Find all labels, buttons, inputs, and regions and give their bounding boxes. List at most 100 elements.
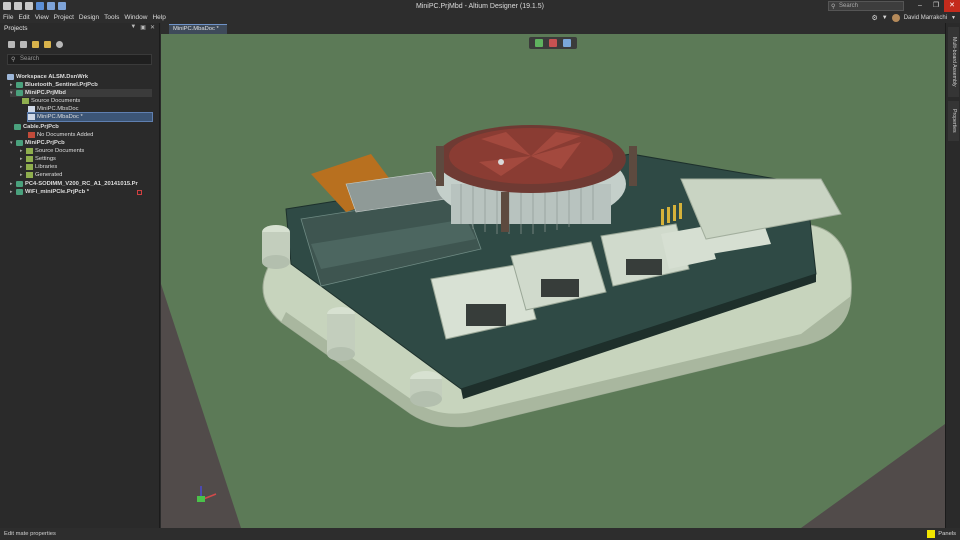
document-icon <box>28 114 35 120</box>
3d-viewport[interactable] <box>161 34 945 528</box>
gear-icon[interactable]: ⚙ <box>871 14 877 22</box>
view-toolbar <box>529 37 577 49</box>
floor-shadow-right <box>801 424 945 528</box>
avatar[interactable] <box>891 13 900 22</box>
tree-item-libraries[interactable]: ▸ Libraries <box>20 163 57 171</box>
global-search-input[interactable]: ⚲ Search <box>828 1 904 11</box>
panels-button[interactable]: Panels <box>938 531 956 537</box>
tree-item-source-documents-2[interactable]: ▸ Source Documents <box>20 147 84 155</box>
copy-icon[interactable] <box>20 41 27 48</box>
open-icon[interactable] <box>36 2 44 10</box>
pcb-project-icon <box>16 181 23 187</box>
close-button[interactable]: ✕ <box>944 0 960 12</box>
chevron-right-icon[interactable]: ▸ <box>20 147 25 155</box>
save-icon[interactable] <box>14 2 22 10</box>
document-icon <box>28 106 35 112</box>
ethernet-port-1 <box>466 304 506 326</box>
folder-icon <box>22 98 29 104</box>
notifications-icon[interactable]: ▼ <box>882 15 888 21</box>
chevron-down-icon[interactable]: ▼ <box>951 15 956 21</box>
add-folder-icon[interactable] <box>44 41 51 48</box>
search-icon: ⚲ <box>831 4 836 10</box>
red-folder-icon <box>28 132 35 138</box>
title-bar: MiniPC.PrjMbd - Altium Designer (19.1.5)… <box>0 0 960 12</box>
tree-item-pc4-sodimm[interactable]: ▸ PC4-SODIMM_V200_RC_A1_20141015.Pr <box>10 180 138 188</box>
chevron-right-icon[interactable]: ▸ <box>20 163 25 171</box>
pin-icon[interactable]: ▣ <box>140 24 146 31</box>
tree-item-cable[interactable]: Cable.PrjPcb <box>14 123 59 131</box>
align-icon[interactable] <box>549 39 557 47</box>
minimize-button[interactable]: – <box>912 0 928 12</box>
tree-item-source-documents[interactable]: Source Documents <box>22 97 80 105</box>
section-view-icon[interactable] <box>563 39 571 47</box>
folder-icon[interactable] <box>32 41 39 48</box>
standoff-3-base <box>410 391 442 407</box>
projects-panel: Projects ▼ ▣ ✕ ⚲ Search Workspace ALSM.D… <box>0 23 160 528</box>
tree-item-settings[interactable]: ▸ Settings <box>20 155 56 163</box>
menu-project[interactable]: Project <box>54 14 74 21</box>
status-bar: Edit mate properties Panels <box>0 528 960 540</box>
maximize-button[interactable]: ❐ <box>928 0 944 12</box>
search-icon: ⚲ <box>11 57 16 63</box>
menu-file[interactable]: File <box>3 14 13 21</box>
tab-multi-board-assembly[interactable]: Multi-board Assembly <box>948 27 959 97</box>
tree-item-no-documents[interactable]: No Documents Added <box>28 131 93 139</box>
tree-item-mbsdoc[interactable]: MiniPC.MbsDoc <box>28 105 79 113</box>
pcb-project-icon <box>16 140 23 146</box>
chevron-down-icon[interactable]: ▾ <box>10 89 15 97</box>
tab-minipc-mbadoc[interactable]: MiniPC.MbaDoc * <box>169 24 227 34</box>
user-name[interactable]: David Marrakchi <box>904 15 947 21</box>
tree-item-mbadoc[interactable]: MiniPC.MbaDoc * <box>27 112 153 122</box>
chevron-right-icon[interactable]: ▸ <box>20 171 25 179</box>
tree-item-workspace[interactable]: Workspace ALSM.DsnWrk <box>7 73 88 81</box>
right-panel-strip: Multi-board Assembly Properties <box>945 23 960 528</box>
window-title: MiniPC.PrjMbd - Altium Designer (19.1.5) <box>416 2 544 10</box>
pcb-project-icon <box>16 90 23 96</box>
tree-item-minipc-pcb[interactable]: ▾ MiniPC.PrjPcb <box>10 139 65 147</box>
chevron-right-icon[interactable]: ▸ <box>10 188 15 196</box>
redo-icon[interactable] <box>58 2 66 10</box>
gear-icon[interactable] <box>56 41 63 48</box>
menu-window[interactable]: Window <box>124 14 147 21</box>
panel-title: Projects <box>4 25 28 32</box>
move-icon[interactable] <box>535 39 543 47</box>
document-tab-bar: MiniPC.MbaDoc * <box>161 23 945 34</box>
status-indicator-icon <box>927 530 936 538</box>
menu-bar: File Edit View Project Design Tools Wind… <box>0 12 960 23</box>
app-menu-icon[interactable] <box>3 2 11 10</box>
tree-item-bluetooth[interactable]: ▸ Bluetooth_Sentinel.PrjPcb <box>10 81 98 89</box>
menu-help[interactable]: Help <box>152 14 165 21</box>
tree-item-minipc-mbd[interactable]: ▾ MiniPC.PrjMbd <box>10 89 152 97</box>
chevron-right-icon[interactable]: ▸ <box>10 81 15 89</box>
pcb-project-icon <box>16 82 23 88</box>
menu-design[interactable]: Design <box>79 14 99 21</box>
projects-search-input[interactable]: ⚲ Search <box>7 54 152 65</box>
fan-hub <box>498 159 504 165</box>
projects-panel-header: Projects ▼ ▣ ✕ <box>0 23 159 34</box>
projects-toolbar <box>0 38 159 51</box>
save-icon[interactable] <box>8 41 15 48</box>
standoff-2-base <box>327 347 355 361</box>
ethernet-port-3 <box>626 259 662 275</box>
chevron-right-icon[interactable]: ▸ <box>10 180 15 188</box>
folder-icon <box>26 156 33 162</box>
folder-icon <box>26 148 33 154</box>
save-all-icon[interactable] <box>25 2 33 10</box>
undo-icon[interactable] <box>47 2 55 10</box>
menu-edit[interactable]: Edit <box>18 14 29 21</box>
tree-item-generated[interactable]: ▸ Generated <box>20 171 62 179</box>
menu-view[interactable]: View <box>35 14 49 21</box>
screw-spring-1 <box>436 146 444 186</box>
panel-menu-icon[interactable]: ▼ <box>130 24 136 31</box>
menu-tools[interactable]: Tools <box>104 14 119 21</box>
chevron-down-icon[interactable]: ▾ <box>10 139 15 147</box>
workspace-icon <box>7 74 14 80</box>
board-render[interactable] <box>161 34 945 528</box>
tab-properties[interactable]: Properties <box>948 101 959 141</box>
pcb-project-icon <box>16 189 23 195</box>
ethernet-port-2 <box>541 279 579 297</box>
standoff-1-base <box>262 255 290 269</box>
close-icon[interactable]: ✕ <box>150 24 155 31</box>
chevron-right-icon[interactable]: ▸ <box>20 155 25 163</box>
tree-item-wifi[interactable]: ▸ WiFi_miniPCIe.PrjPcb * <box>10 188 89 196</box>
